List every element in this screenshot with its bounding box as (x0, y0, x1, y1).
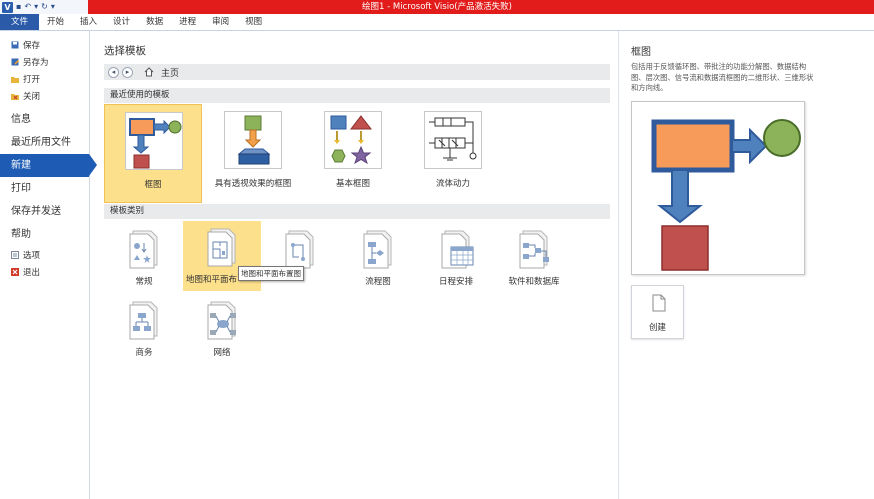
template-label: 具有透视效果的框图 (214, 179, 292, 189)
window-title: 绘图1 - Microsoft Visio(产品激活失败) (362, 2, 512, 12)
category-label: 软件和数据库 (508, 277, 560, 287)
nav-open-label: 打开 (23, 74, 41, 85)
nav-exit-label: 退出 (23, 267, 41, 278)
software-database-icon (515, 227, 555, 269)
nav-save[interactable]: 保存 (0, 36, 89, 53)
tab-insert[interactable]: 插入 (72, 14, 105, 30)
tab-view[interactable]: 视图 (237, 14, 270, 30)
breadcrumb-home[interactable]: 主页 (161, 66, 179, 79)
category-engineering[interactable] (261, 223, 339, 293)
back-button[interactable]: ◂ (108, 66, 119, 78)
nav-close[interactable]: 关闭 (0, 87, 89, 104)
category-general[interactable]: 常规 (105, 223, 183, 293)
options-icon (11, 250, 19, 259)
general-icon (125, 227, 165, 269)
template-label: 流体动力 (435, 179, 470, 189)
nav-save-as[interactable]: 另存为 (0, 53, 89, 70)
template-chooser: 选择模板 ◂ ▸ 主页 最近使用的模板 框图 具有透视效果的框图 基本框图 流体… (91, 31, 618, 499)
template-basic-block[interactable]: 基本框图 (304, 104, 402, 203)
template-label: 基本框图 (335, 179, 370, 189)
nav-close-label: 关闭 (23, 91, 41, 102)
schedule-icon (437, 227, 477, 269)
engineering-icon (281, 227, 321, 269)
nav-exit[interactable]: 退出 (0, 263, 89, 280)
maps-floorplans-icon (203, 225, 243, 267)
new-document-icon (652, 294, 666, 315)
exit-icon (11, 267, 19, 276)
nav-help[interactable]: 帮助 (0, 223, 89, 246)
recent-templates-header: 最近使用的模板 (104, 88, 610, 103)
nav-recent[interactable]: 最近所用文件 (0, 131, 89, 154)
home-icon[interactable] (144, 67, 154, 77)
forward-button[interactable]: ▸ (122, 66, 133, 78)
page-title: 选择模板 (104, 45, 146, 57)
network-icon (203, 298, 243, 340)
nav-info[interactable]: 信息 (0, 108, 89, 131)
preview-title: 框图 (631, 47, 651, 58)
basic-block-icon (324, 111, 382, 169)
preview-pane: 框图 包括用于反馈循环图、带批注的功能分解图、数据结构图、层次图、信号流和数据流… (618, 31, 874, 499)
nav-new[interactable]: 新建 (0, 154, 97, 177)
open-folder-icon (11, 75, 19, 83)
nav-options[interactable]: 选项 (0, 246, 89, 263)
backstage-nav: 保存 另存为 打开 关闭 信息 最近所用文件 新建 打印 保存并发送 帮助 选项… (0, 31, 97, 499)
perspective-block-icon (224, 111, 282, 169)
create-label: 创建 (648, 323, 666, 333)
template-categories-header: 模板类别 (104, 204, 610, 219)
tab-file[interactable]: 文件 (0, 14, 40, 30)
tab-home[interactable]: 开始 (39, 14, 72, 30)
category-business[interactable]: 商务 (105, 294, 183, 364)
nav-save-as-label: 另存为 (23, 57, 49, 68)
create-button[interactable]: 创建 (631, 285, 684, 339)
template-block-diagram[interactable]: 框图 (104, 104, 202, 203)
category-label: 流程图 (365, 277, 391, 287)
nav-save-send[interactable]: 保存并发送 (0, 200, 89, 223)
title-bar: V ▪ ↶ ▾ ↻ ▾ 绘图1 - Microsoft Visio(产品激活失败… (0, 0, 874, 14)
save-icon (11, 41, 19, 49)
nav-save-label: 保存 (23, 40, 41, 51)
tab-process[interactable]: 进程 (171, 14, 204, 30)
category-label: 常规 (135, 277, 153, 287)
fluid-power-icon (424, 111, 482, 169)
template-preview-image (631, 101, 805, 275)
category-label: 网络 (213, 348, 231, 358)
breadcrumb: ◂ ▸ 主页 (104, 64, 610, 80)
block-diagram-icon (125, 112, 183, 170)
save-as-icon (11, 58, 20, 66)
nav-print[interactable]: 打印 (0, 177, 89, 200)
flowchart-icon (359, 227, 399, 269)
template-description: 包括用于反馈循环图、带批注的功能分解图、数据结构图、层次图、信号流和数据流框图的… (631, 62, 814, 92)
category-schedule[interactable]: 日程安排 (417, 223, 495, 293)
template-perspective-block[interactable]: 具有透视效果的框图 (204, 104, 302, 203)
template-fluid-power[interactable]: 流体动力 (404, 104, 502, 203)
category-flowchart[interactable]: 流程图 (339, 223, 417, 293)
template-label: 框图 (144, 180, 162, 190)
tab-design[interactable]: 设计 (105, 14, 138, 30)
ribbon-tabs: 文件 开始 插入 设计 数据 进程 审阅 视图 (0, 14, 874, 31)
tab-review[interactable]: 审阅 (204, 14, 237, 30)
tooltip: 地图和平面布置图 (238, 266, 304, 281)
nav-open[interactable]: 打开 (0, 70, 89, 87)
business-icon (125, 298, 165, 340)
category-network[interactable]: 网络 (183, 294, 261, 364)
category-label: 日程安排 (438, 277, 473, 287)
close-folder-icon (11, 92, 19, 100)
nav-options-label: 选项 (23, 250, 41, 261)
tab-data[interactable]: 数据 (138, 14, 171, 30)
category-label: 商务 (135, 348, 153, 358)
category-software-database[interactable]: 软件和数据库 (495, 223, 573, 293)
